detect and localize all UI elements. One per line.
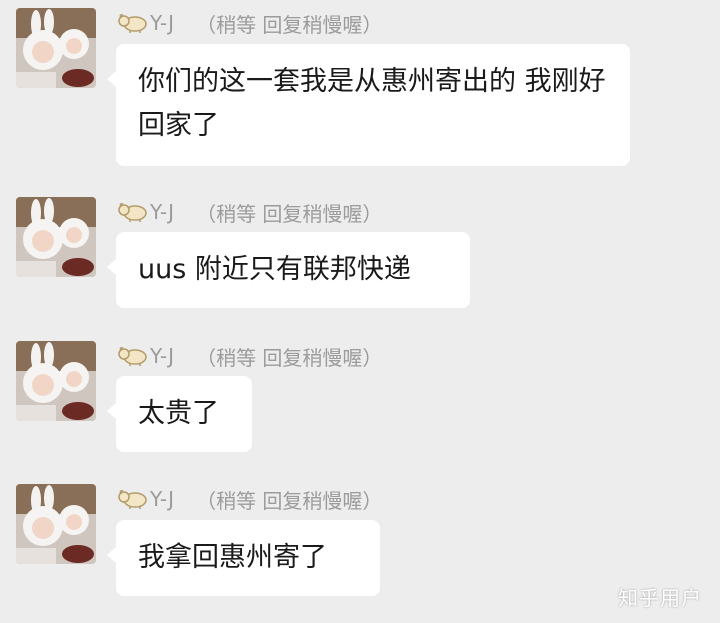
avatar[interactable] — [16, 8, 96, 88]
sender-info: Y-J （稍等 回复稍慢喔） — [118, 8, 382, 38]
sender-name: Y-J — [150, 487, 175, 511]
sender-name: Y-J — [150, 11, 175, 35]
sender-info: Y-J （稍等 回复稍慢喔） — [118, 197, 382, 227]
avatar[interactable] — [16, 341, 96, 421]
sheep-icon — [118, 347, 147, 366]
message-text: 太贵了 — [138, 398, 219, 429]
sender-info: Y-J （稍等 回复稍慢喔） — [118, 341, 382, 371]
sender-name: Y-J — [150, 344, 175, 368]
sender-status: （稍等 回复稍慢喔） — [196, 12, 383, 37]
sender-info: Y-J （稍等 回复稍慢喔） — [118, 484, 382, 514]
sheep-icon — [118, 490, 147, 509]
message-text: 我拿回惠州寄了 — [138, 542, 327, 573]
sheep-icon — [118, 203, 147, 222]
message-bubble[interactable]: uus 附近只有联邦快递 — [107, 232, 470, 308]
sender-name: Y-J — [150, 200, 175, 224]
message-text: uus 附近只有联邦快递 — [138, 254, 411, 285]
watermark: 知乎用户 — [618, 586, 702, 610]
sender-status: （稍等 回复稍慢喔） — [196, 345, 383, 370]
sheep-icon — [118, 14, 147, 33]
message-bubble[interactable]: 我拿回惠州寄了 — [107, 520, 380, 596]
sender-status: （稍等 回复稍慢喔） — [196, 488, 383, 513]
message-text: 你们的这一套我是从惠州寄出的 我刚好回家了 — [138, 66, 606, 141]
avatar[interactable] — [16, 197, 96, 277]
avatar[interactable] — [16, 484, 96, 564]
message-bubble[interactable]: 你们的这一套我是从惠州寄出的 我刚好回家了 — [107, 44, 630, 166]
message-bubble[interactable]: 太贵了 — [107, 376, 252, 452]
sender-status: （稍等 回复稍慢喔） — [196, 201, 383, 226]
